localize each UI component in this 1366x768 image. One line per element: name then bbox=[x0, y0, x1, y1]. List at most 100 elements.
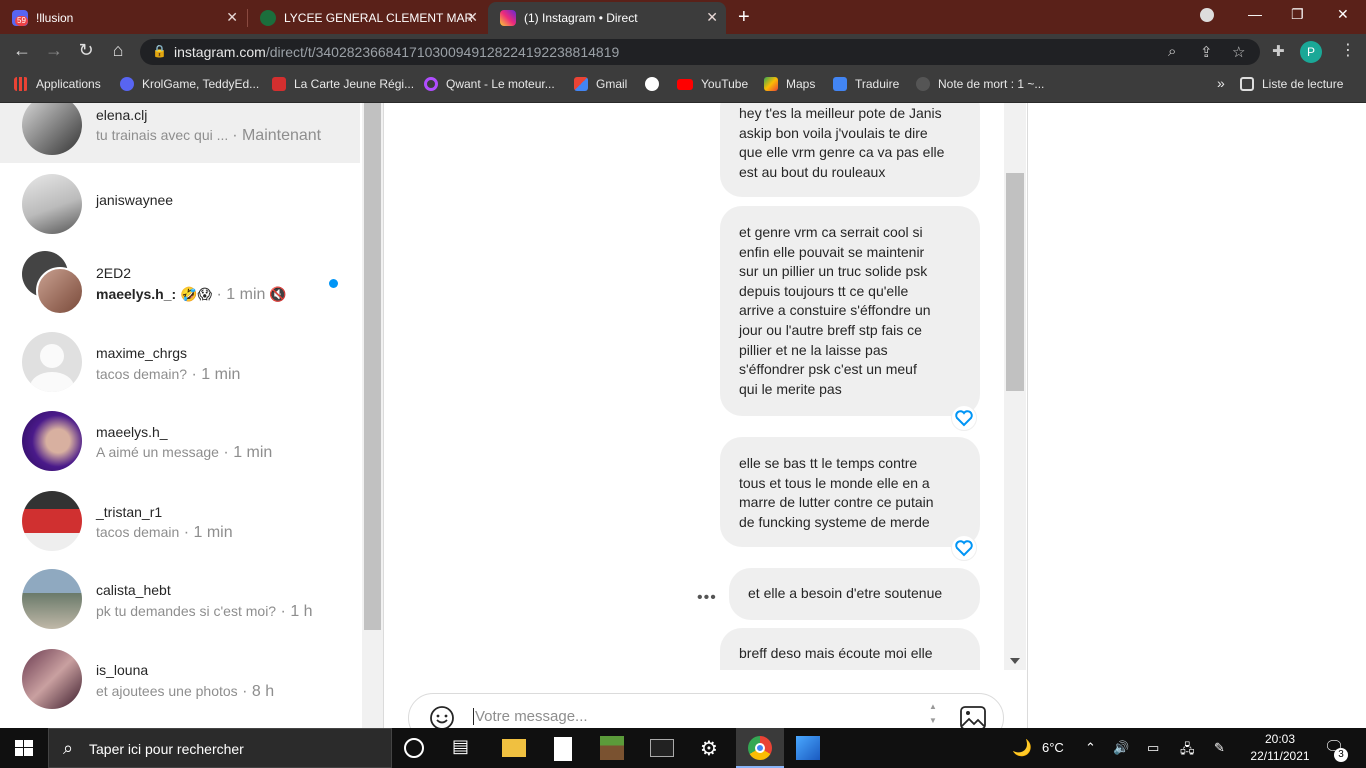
conversation-preview: tacos demain bbox=[96, 524, 180, 540]
tab-instagram-direct[interactable]: (1) Instagram • Direct ✕ bbox=[488, 2, 726, 34]
message-thread-scrollbar[interactable] bbox=[1004, 103, 1026, 670]
bookmark-youtube[interactable]: YouTube bbox=[677, 77, 748, 91]
conversation-name: calista_hebt bbox=[96, 582, 171, 598]
region-icon bbox=[272, 77, 286, 91]
message-line: de funcking systeme de merde bbox=[739, 513, 930, 530]
minecraft-icon[interactable] bbox=[600, 736, 624, 760]
qwant-icon bbox=[424, 77, 438, 91]
task-view-icon[interactable]: ▤ bbox=[452, 736, 476, 760]
message-bubble[interactable]: breff deso mais écoute moi elle bbox=[720, 628, 980, 670]
reload-button[interactable]: ↻ bbox=[74, 40, 98, 61]
tray-chevron-icon[interactable]: ⌃ bbox=[1085, 740, 1096, 756]
bookmark-krolgame[interactable]: KrolGame, TeddyEd... bbox=[120, 77, 259, 91]
file-explorer-icon[interactable] bbox=[502, 739, 526, 757]
message-options-icon[interactable]: ••• bbox=[697, 589, 717, 607]
conversation-maxime-chrgs[interactable]: maxime_chrgs tacos demain? · 1 min bbox=[0, 323, 360, 403]
bookmark-label: YouTube bbox=[701, 77, 749, 91]
notepad-icon[interactable] bbox=[554, 737, 572, 761]
message-bubble[interactable]: elle se bas tt le temps contre tous et t… bbox=[720, 437, 980, 547]
photos-icon[interactable] bbox=[796, 736, 820, 760]
message-line: et elle a besoin d'etre soutenue bbox=[748, 585, 943, 601]
conversation-preview: maeelys.h_: 🤣😱 bbox=[96, 286, 213, 302]
conversation-name: maxime_chrgs bbox=[96, 345, 188, 361]
new-tab-button[interactable]: + bbox=[738, 6, 750, 29]
bookmark-globe[interactable] bbox=[645, 77, 667, 91]
close-tab-icon[interactable]: ✕ bbox=[466, 9, 478, 26]
bookmark-applications[interactable]: Applications bbox=[14, 77, 101, 91]
tab-lycee[interactable]: LYCEE GENERAL CLEMENT MAROT ✕ bbox=[248, 2, 486, 34]
pen-icon[interactable]: ✎ bbox=[1214, 740, 1225, 756]
profile-avatar[interactable]: P bbox=[1300, 41, 1322, 63]
network-icon[interactable]: 🖧 bbox=[1180, 740, 1195, 762]
weather-temperature[interactable]: 6°C bbox=[1042, 740, 1064, 755]
conversation-2ed2[interactable]: 2ED2 maeelys.h_: 🤣😱 · 1 min 🔇 bbox=[0, 243, 360, 323]
chrome-taskbar-button[interactable] bbox=[736, 728, 784, 768]
tab-search-icon[interactable] bbox=[1200, 8, 1214, 22]
weather-moon-icon[interactable]: 🌙 bbox=[1012, 738, 1032, 758]
restore-button[interactable]: ❐ bbox=[1291, 6, 1304, 23]
windows-start-icon[interactable] bbox=[0, 728, 48, 768]
address-bar[interactable]: 🔒 instagram.com/direct/t/340282366841710… bbox=[140, 39, 1260, 65]
settings-gear-icon[interactable]: ⚙ bbox=[700, 736, 724, 760]
conversation-time: · 1 min bbox=[179, 524, 233, 541]
close-tab-icon[interactable]: ✕ bbox=[226, 9, 238, 26]
url-text[interactable]: instagram.com/direct/t/34028236684171030… bbox=[174, 44, 619, 60]
scrollbar-thumb[interactable] bbox=[1006, 173, 1024, 391]
share-icon[interactable]: ⇪ bbox=[1200, 43, 1213, 61]
volume-icon[interactable]: 🔊 bbox=[1113, 740, 1129, 756]
scroll-down-arrow-icon[interactable] bbox=[1010, 658, 1020, 664]
tab-illusion[interactable]: 59 !llusion ✕ bbox=[0, 2, 246, 34]
minimize-button[interactable]: — bbox=[1248, 6, 1262, 22]
conversation-maeelys-h[interactable]: maeelys.h_ A aimé un message · 1 min bbox=[0, 403, 360, 483]
forward-button[interactable]: → bbox=[42, 40, 66, 61]
default-avatar-icon bbox=[22, 332, 82, 392]
tab-title: (1) Instagram • Direct bbox=[524, 11, 638, 25]
heart-reaction-icon[interactable] bbox=[951, 535, 977, 561]
zoom-icon[interactable]: ⌕ bbox=[1168, 43, 1176, 60]
input-spinner[interactable]: ▲ ▼ bbox=[929, 700, 937, 728]
conversation-janiswaynee[interactable]: janiswaynee bbox=[0, 163, 360, 243]
bookmark-label: La Carte Jeune Régi... bbox=[294, 77, 415, 91]
conversation-name: is_louna bbox=[96, 662, 149, 678]
instagram-direct: elena.clj tu trainais avec qui ... · Mai… bbox=[0, 103, 1366, 743]
taskbar-clock[interactable]: 20:03 22/11/2021 bbox=[1240, 731, 1320, 765]
conversation-time: · 1 min bbox=[212, 286, 266, 303]
close-window-button[interactable]: ✕ bbox=[1337, 6, 1349, 23]
extensions-icon[interactable]: ✚ bbox=[1272, 42, 1285, 60]
scrollbar-thumb[interactable] bbox=[364, 103, 381, 630]
conversation-tristan-r1[interactable]: _tristan_r1 tacos demain · 1 min bbox=[0, 483, 360, 563]
back-button[interactable]: ← bbox=[10, 40, 34, 61]
bookmark-label: KrolGame, TeddyEd... bbox=[142, 77, 260, 91]
heart-reaction-icon[interactable] bbox=[951, 405, 977, 431]
bookmark-label: Applications bbox=[36, 77, 101, 91]
reading-list-button[interactable]: Liste de lecture bbox=[1240, 77, 1343, 91]
conversation-list-scrollbar[interactable] bbox=[362, 103, 384, 728]
home-button[interactable]: ⌂ bbox=[106, 40, 130, 61]
bookmark-carte-jeune[interactable]: La Carte Jeune Régi... bbox=[272, 77, 414, 91]
conversation-elena-clj[interactable]: elena.clj tu trainais avec qui ... · Mai… bbox=[0, 103, 360, 163]
message-input[interactable] bbox=[473, 708, 913, 725]
bookmark-qwant[interactable]: Qwant - Le moteur... bbox=[424, 77, 555, 91]
conversation-calista-hebt[interactable]: calista_hebt pk tu demandes si c'est moi… bbox=[0, 563, 360, 643]
close-tab-icon[interactable]: ✕ bbox=[706, 9, 718, 26]
browser-menu-icon[interactable]: ⋮ bbox=[1340, 40, 1356, 60]
reading-list-icon bbox=[1240, 77, 1254, 91]
conversation-preview: pk tu demandes si c'est moi? bbox=[96, 603, 277, 619]
message-line: hey t'es la meilleur pote de Janis bbox=[739, 105, 942, 121]
message-bubble[interactable]: et genre vrm ca serrait cool si enfin el… bbox=[720, 206, 980, 416]
bookmark-star-icon[interactable]: ☆ bbox=[1232, 43, 1245, 61]
battery-icon[interactable]: ▭ bbox=[1147, 740, 1159, 756]
terminal-icon[interactable] bbox=[650, 739, 674, 757]
conversation-is-louna[interactable]: is_louna et ajoutees une photos · 8 h bbox=[0, 643, 360, 723]
bookmark-maps[interactable]: Maps bbox=[764, 77, 815, 91]
bookmark-note-de-mort[interactable]: Note de mort : 1 ~... bbox=[916, 77, 1044, 91]
message-bubble[interactable]: et elle a besoin d'etre soutenue bbox=[729, 568, 980, 620]
conversation-name: elena.clj bbox=[96, 107, 148, 123]
cortana-icon[interactable] bbox=[404, 738, 424, 758]
message-bubble[interactable]: hey t'es la meilleur pote de Janis askip… bbox=[720, 103, 980, 197]
bookmark-traduire[interactable]: Traduire bbox=[833, 77, 899, 91]
bookmark-gmail[interactable]: Gmail bbox=[574, 77, 627, 91]
more-bookmarks-button[interactable]: » bbox=[1217, 75, 1225, 91]
taskbar-search[interactable]: ⌕ Taper ici pour rechercher bbox=[48, 728, 392, 768]
url-path: /direct/t/340282366841710300949128224192… bbox=[265, 44, 620, 60]
